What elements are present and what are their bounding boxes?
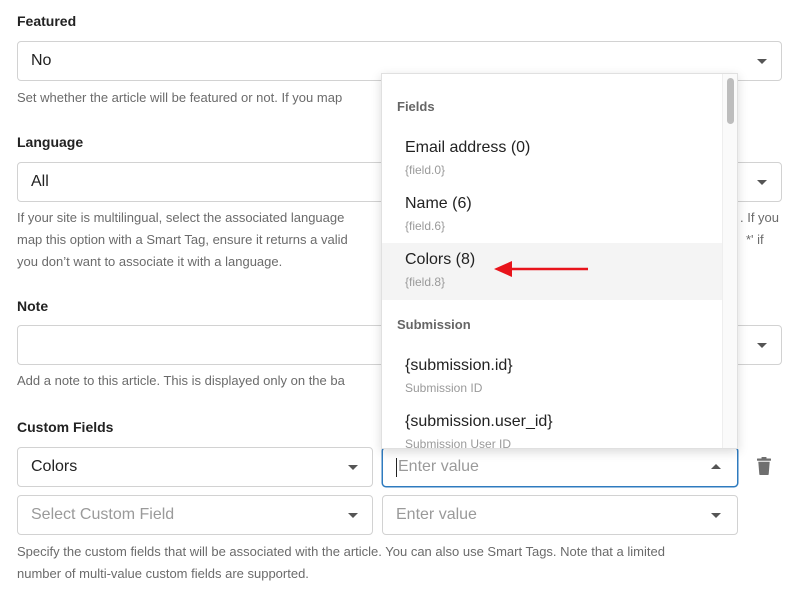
annotation-arrow-icon	[494, 261, 588, 277]
trash-icon[interactable]	[757, 457, 771, 475]
option-tag: {field.0}	[405, 163, 446, 177]
language-help-line-2-end: *' if	[746, 232, 764, 247]
chevron-down-icon	[348, 465, 358, 470]
featured-help: Set whether the article will be featured…	[17, 90, 343, 105]
select-custom-field-placeholder: Select Custom Field	[31, 506, 175, 523]
option-tag: {field.8}	[405, 275, 446, 289]
option-title: Colors (8)	[405, 251, 476, 268]
option-tag: Submission User ID	[405, 437, 512, 449]
option-name[interactable]: Name (6) {field.6}	[382, 187, 723, 244]
option-tag: {field.6}	[405, 219, 446, 233]
featured-value: No	[31, 52, 52, 69]
dropdown-scrollbar[interactable]	[722, 74, 737, 448]
custom-fields-label: Custom Fields	[17, 419, 114, 435]
chevron-down-icon	[757, 59, 767, 64]
custom-fields-help-line-1: Specify the custom fields that will be a…	[17, 544, 665, 559]
group-label-submission: Submission	[397, 317, 471, 332]
custom-field-value: Colors	[31, 458, 78, 475]
note-help: Add a note to this article. This is disp…	[17, 373, 345, 388]
option-title: {submission.id}	[405, 357, 513, 374]
custom-fields-help-line-2: number of multi-value custom fields are …	[17, 566, 309, 581]
group-label-fields: Fields	[397, 99, 435, 114]
scrollbar-thumb[interactable]	[727, 78, 734, 124]
custom-field-value-input-1[interactable]: Enter value	[382, 447, 738, 487]
option-title: {submission.user_id}	[405, 413, 553, 430]
option-title: Email address (0)	[405, 139, 531, 156]
text-cursor	[396, 457, 397, 477]
chevron-down-icon	[757, 180, 767, 185]
featured-label: Featured	[17, 13, 77, 29]
language-label: Language	[17, 134, 84, 150]
value-placeholder: Enter value	[398, 458, 479, 475]
option-submission-user-id[interactable]: {submission.user_id} Submission User ID	[382, 405, 723, 449]
language-help-line-2: map this option with a Smart Tag, ensure…	[17, 232, 348, 247]
language-help-line-1: If your site is multilingual, select the…	[17, 210, 345, 225]
option-submission-id[interactable]: {submission.id} Submission ID	[382, 349, 723, 406]
language-help-line-3: you don’t want to associate it with a la…	[17, 254, 283, 269]
custom-field-select-1[interactable]: Colors	[17, 447, 373, 487]
option-tag: Submission ID	[405, 381, 483, 395]
custom-field-value-input-2[interactable]: Enter value	[382, 495, 738, 535]
custom-field-select-2[interactable]: Select Custom Field	[17, 495, 373, 535]
option-title: Name (6)	[405, 195, 472, 212]
option-email-address[interactable]: Email address (0) {field.0}	[382, 131, 723, 188]
value-placeholder: Enter value	[396, 506, 477, 523]
chevron-down-icon	[757, 343, 767, 348]
chevron-down-icon	[711, 513, 721, 518]
chevron-up-icon[interactable]	[711, 464, 721, 469]
language-value: All	[31, 173, 49, 190]
language-help-line-1-end: . If you	[740, 210, 780, 225]
note-label: Note	[17, 298, 49, 314]
chevron-down-icon	[348, 513, 358, 518]
